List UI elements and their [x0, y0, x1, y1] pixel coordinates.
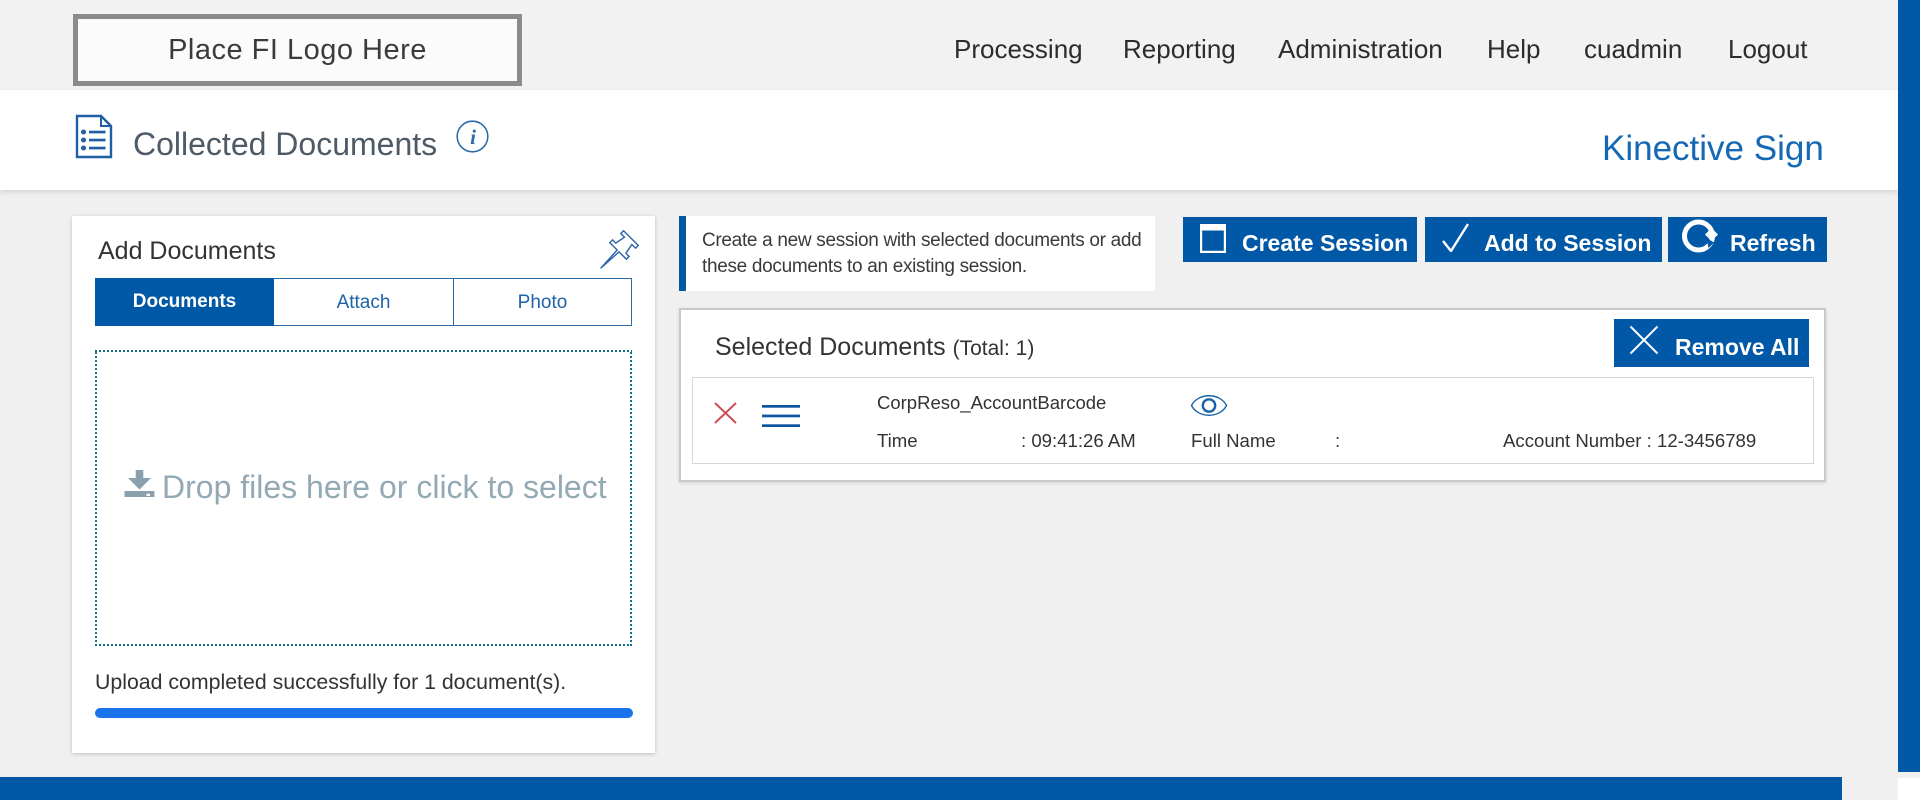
svg-text:i: i: [470, 125, 476, 149]
